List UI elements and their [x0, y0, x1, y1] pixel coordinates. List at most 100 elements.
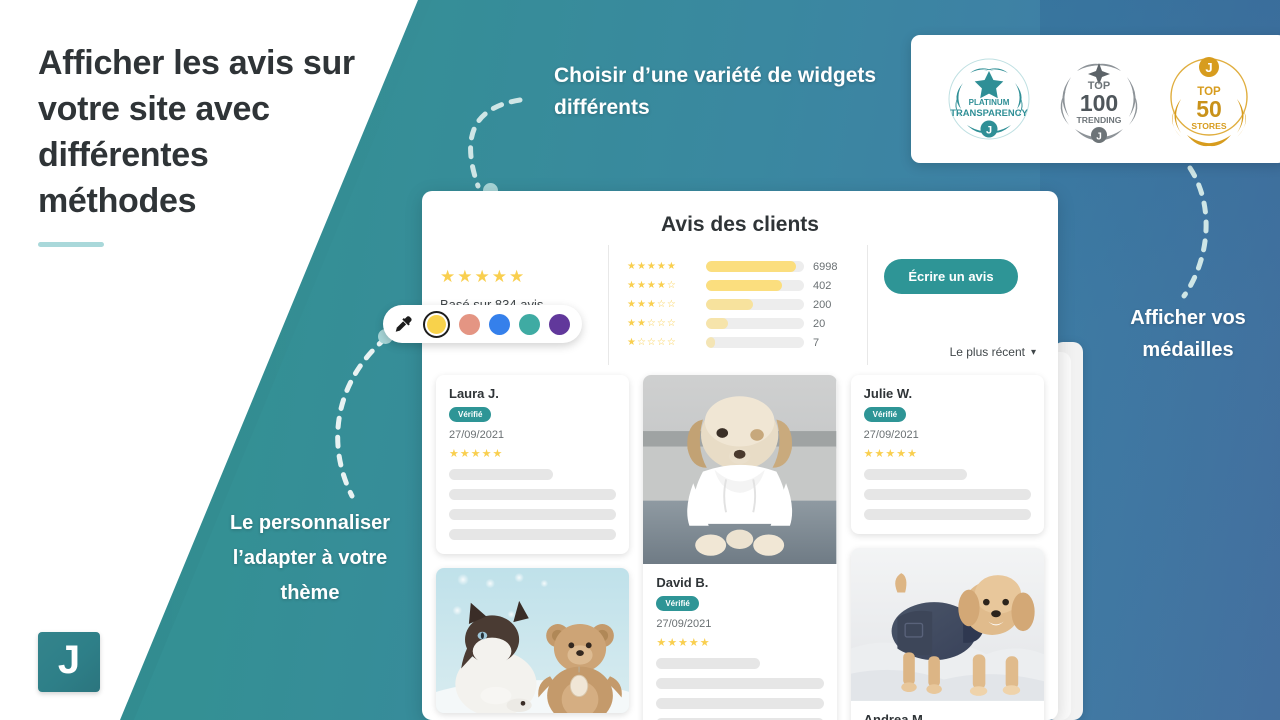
rating-bar-count: 6998 [813, 260, 838, 273]
rating-bar-row[interactable]: ★☆☆☆☆ 7 [627, 333, 851, 352]
rating-bar-row[interactable]: ★★★★☆ 402 [627, 276, 851, 295]
reviewer-name: Andrea M. [863, 711, 927, 720]
reviews-column: Laura J. Vérifié 27/09/2021 ★★★★★ [436, 375, 630, 720]
review-text-skeleton [863, 489, 1031, 500]
review-card-body: Laura J. Vérifié 27/09/2021 ★★★★★ [436, 375, 629, 554]
badge-value: 100 [1080, 90, 1118, 116]
eyedropper-icon[interactable] [393, 314, 414, 335]
reviewer-name: David B. [656, 575, 709, 591]
review-card-body: Julie W. Vérifié 27/09/2021 ★★★★★ [851, 375, 1044, 534]
verified-badge: Vérifié [863, 407, 907, 422]
rating-bar-fill [706, 280, 783, 291]
review-card[interactable] [436, 568, 630, 713]
rating-bar-stars: ★★☆☆☆ [627, 318, 677, 329]
review-card[interactable]: Julie W. Vérifié 27/09/2021 ★★★★★ [850, 375, 1044, 534]
review-card-body: Andrea M. [851, 701, 1044, 720]
annotation-theme: Le personnaliser l’adapter à votre thème [229, 512, 391, 604]
color-swatch-yellow [427, 314, 446, 334]
reviews-widget: Avis des clients ★★★★★ Basé sur 834 avis… [422, 191, 1058, 720]
reviews-column: Julie W. Vérifié 27/09/2021 ★★★★★ Andrea… [850, 375, 1044, 720]
rating-bar-track [706, 337, 804, 348]
review-card[interactable]: David B. Vérifié 27/09/2021 ★★★★★ [643, 375, 837, 720]
title-underline-rule [38, 242, 104, 247]
logo-letter: J [57, 638, 81, 682]
page-title: Afficher les avis sur votre site avec di… [38, 44, 355, 220]
write-review-button[interactable]: Écrire un avis [884, 259, 1018, 294]
rating-bar-fill [706, 261, 797, 272]
reviews-widget-title: Avis des clients [661, 213, 819, 236]
color-swatch-teal[interactable] [519, 313, 540, 335]
review-text-skeleton [449, 529, 617, 540]
sort-dropdown-label: Le plus récent [949, 345, 1025, 359]
judge-me-logo: J [38, 632, 100, 692]
verified-badge: Vérifié [449, 407, 492, 422]
medals-panel: PLATINUM TRANSPARENCY J TOP 100 TRENDING… [911, 35, 1280, 163]
rating-bar-fill [706, 337, 715, 348]
poster-canvas: Afficher les avis sur votre site avec di… [0, 0, 1280, 720]
badge-line2: TRANSPARENCY [950, 107, 1028, 118]
review-card-body: David B. Vérifié 27/09/2021 ★★★★★ [643, 564, 836, 720]
review-card[interactable]: Laura J. Vérifié 27/09/2021 ★★★★★ [436, 375, 630, 554]
rating-bar-count: 20 [813, 317, 826, 330]
rating-bar-count: 402 [813, 279, 832, 292]
rating-breakdown: ★★★★★ 6998 ★★★★☆ 402 ★★★☆☆ 200 ★★☆☆☆ 20 … [608, 245, 868, 365]
color-swatch-blue[interactable] [489, 313, 510, 335]
review-text-skeleton [656, 698, 824, 710]
review-photo-puppy-white-hoodie [643, 375, 837, 565]
rating-bar-track [706, 318, 804, 329]
top-100-trending-badge: TOP 100 TRENDING J [1047, 47, 1151, 151]
review-card[interactable]: Andrea M. [850, 548, 1044, 720]
badge-line1: PLATINUM [969, 98, 1010, 107]
overall-rating-stars: ★★★★★ [440, 267, 527, 286]
review-date: 27/09/2021 [863, 429, 919, 441]
color-swatch-selected[interactable] [423, 310, 450, 338]
review-stars: ★★★★★ [863, 448, 918, 460]
reviews-column: David B. Vérifié 27/09/2021 ★★★★★ [643, 375, 837, 720]
review-date: 27/09/2021 [656, 618, 712, 631]
badge-line2: TRENDING [1077, 115, 1122, 125]
badge-mark: J [986, 125, 992, 137]
review-date: 27/09/2021 [449, 429, 505, 441]
rating-bar-row[interactable]: ★★★☆☆ 200 [627, 295, 851, 314]
rating-bar-row[interactable]: ★★☆☆☆ 20 [627, 314, 851, 333]
rating-bar-count: 200 [813, 298, 832, 311]
rating-bar-fill [706, 318, 728, 329]
review-text-skeleton [863, 509, 1031, 520]
sort-dropdown[interactable]: Le plus récent ▾ [950, 345, 1036, 359]
rating-bar-stars: ★☆☆☆☆ [627, 337, 677, 348]
review-text-skeleton [656, 658, 761, 670]
chevron-down-icon: ▾ [1030, 346, 1036, 358]
rating-bar-stars: ★★★☆☆ [627, 299, 677, 310]
reviews-grid: Laura J. Vérifié 27/09/2021 ★★★★★ David … [422, 365, 1058, 720]
rating-bar-fill [706, 299, 754, 310]
badge-line2: STORES [1191, 121, 1226, 131]
rating-bar-track [706, 261, 804, 272]
theme-color-picker [383, 305, 582, 343]
platinum-transparency-badge: PLATINUM TRANSPARENCY J [937, 47, 1041, 151]
review-text-skeleton [449, 509, 617, 520]
top-50-stores-badge: J TOP 50 STORES [1157, 47, 1261, 151]
rating-summary-right: Écrire un avis Le plus récent ▾ [868, 245, 1040, 365]
verified-badge: Vérifié [656, 596, 699, 612]
review-text-skeleton [863, 469, 968, 480]
review-photo-cat-with-teddy-bear [436, 568, 630, 713]
rating-bar-row[interactable]: ★★★★★ 6998 [627, 257, 851, 276]
rating-summary: ★★★★★ Basé sur 834 avis ★★★★★ 6998 ★★★★☆ [422, 237, 1058, 365]
rating-bar-track [706, 280, 804, 291]
review-photo-poodle-denim-overalls [850, 548, 1044, 701]
annotation-medals: Afficher vos médailles [1130, 307, 1246, 361]
rating-bar-count: 7 [813, 336, 820, 349]
annotation-widgets: Choisir d’une variété de widgets différe… [554, 64, 877, 119]
rating-bar-stars: ★★★★★ [627, 261, 677, 272]
badge-mark: J [1096, 131, 1102, 142]
rating-bar-stars: ★★★★☆ [627, 280, 677, 291]
badge-value: 50 [1196, 96, 1222, 122]
review-stars: ★★★★★ [449, 448, 504, 460]
reviewer-name: Julie W. [863, 386, 913, 401]
review-text-skeleton [449, 489, 617, 500]
review-text-skeleton [449, 469, 553, 480]
color-swatch-purple[interactable] [549, 313, 570, 335]
review-stars: ★★★★★ [656, 637, 711, 650]
color-swatch-salmon[interactable] [459, 313, 480, 335]
badge-mark: J [1205, 60, 1212, 75]
